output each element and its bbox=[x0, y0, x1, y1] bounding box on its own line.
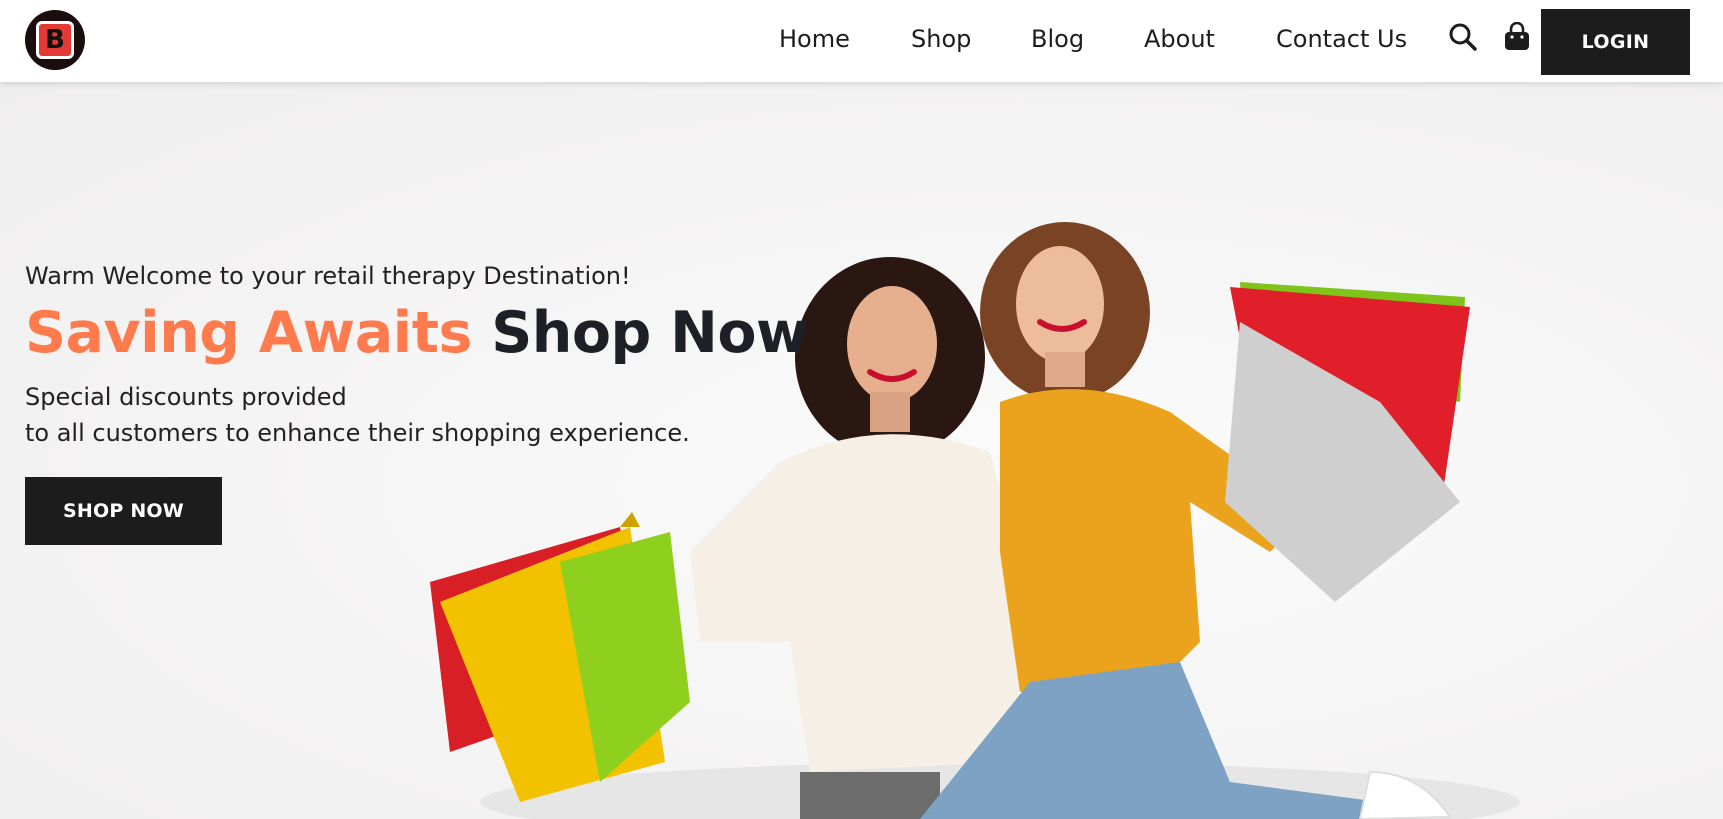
hero-headline: Saving Awaits Shop Now bbox=[25, 300, 809, 366]
shopping-bag-icon[interactable] bbox=[1500, 20, 1534, 54]
nav-home[interactable]: Home bbox=[779, 25, 850, 53]
shop-now-button[interactable]: SHOP NOW bbox=[25, 476, 222, 545]
login-button[interactable]: LOGIN bbox=[1541, 9, 1690, 75]
site-header: B Home Shop Blog About Contact Us LOGIN bbox=[0, 0, 1723, 82]
headline-accent: Saving Awaits bbox=[25, 300, 472, 366]
hero-section: Warm Welcome to your retail therapy Dest… bbox=[0, 82, 1723, 819]
hero-welcome: Warm Welcome to your retail therapy Dest… bbox=[25, 262, 631, 290]
nav-shop[interactable]: Shop bbox=[911, 25, 971, 53]
shopping-bags-right bbox=[1225, 282, 1470, 602]
nav-about[interactable]: About bbox=[1144, 25, 1215, 53]
hero-subtitle: Special discounts provided to all custom… bbox=[25, 379, 808, 451]
search-icon[interactable] bbox=[1446, 20, 1480, 54]
headline-dark: Shop Now bbox=[491, 300, 809, 366]
nav-contact-us[interactable]: Contact Us bbox=[1276, 25, 1407, 53]
hero-subtitle-line2: to all customers to enhance their shoppi… bbox=[25, 418, 690, 447]
hero-subtitle-line1: Special discounts provided bbox=[25, 382, 347, 411]
hero-text: Warm Welcome to your retail therapy Dest… bbox=[25, 262, 809, 545]
main-nav: Home Shop Blog About Contact Us bbox=[0, 0, 1723, 82]
shopping-bags-left bbox=[430, 512, 690, 802]
nav-blog[interactable]: Blog bbox=[1031, 25, 1084, 53]
